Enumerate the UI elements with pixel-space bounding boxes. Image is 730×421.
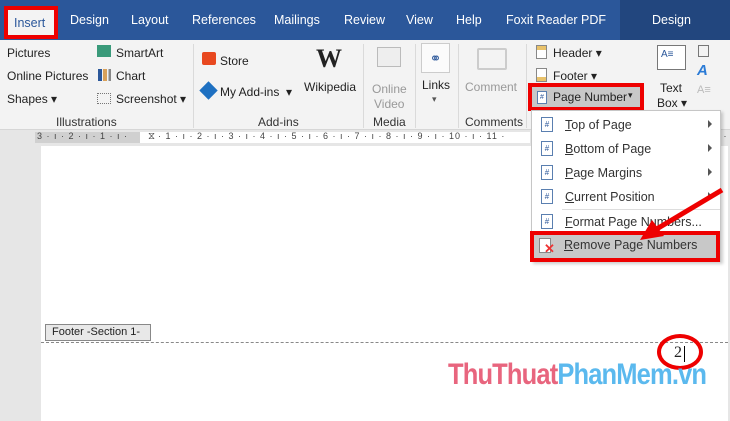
arrow-head — [640, 220, 664, 240]
arrow-shaft — [653, 187, 724, 233]
annotation-arrow-icon — [640, 187, 724, 240]
